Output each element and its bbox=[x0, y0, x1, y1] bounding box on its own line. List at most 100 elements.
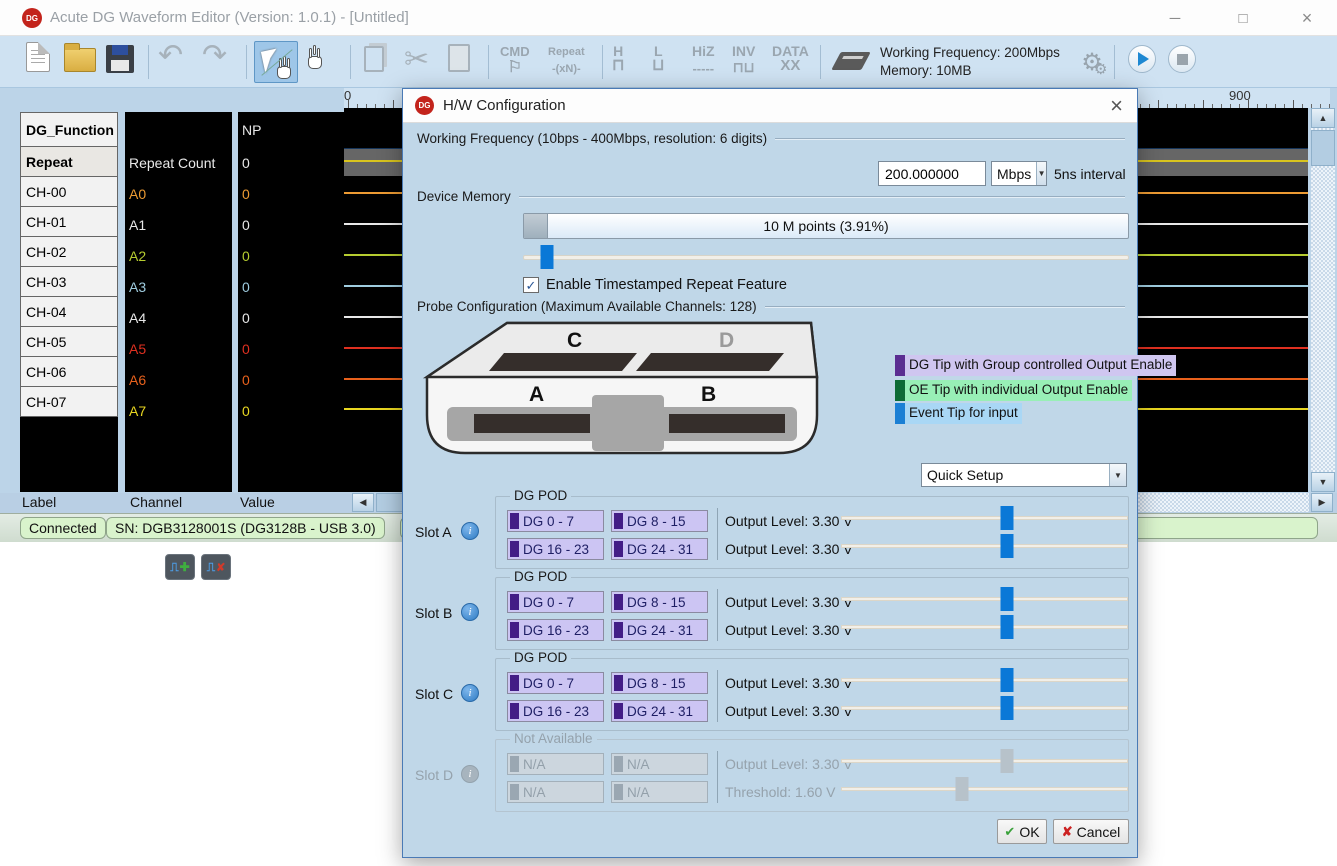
cancel-button[interactable]: ✘Cancel bbox=[1053, 819, 1129, 844]
value-cell[interactable]: 0 bbox=[238, 178, 344, 209]
channel-cell[interactable]: A7 bbox=[125, 395, 232, 426]
dg-group-button[interactable]: DG 24 - 31 bbox=[611, 538, 708, 560]
slider-handle[interactable] bbox=[1001, 615, 1014, 639]
output-level-slider[interactable] bbox=[841, 506, 1128, 530]
output-level-slider[interactable] bbox=[841, 587, 1128, 611]
frequency-input[interactable] bbox=[878, 161, 986, 186]
row-label-ch06[interactable]: CH-06 bbox=[20, 356, 118, 387]
row-label-ch07[interactable]: CH-07 bbox=[20, 386, 118, 417]
channel-cell[interactable]: A5 bbox=[125, 333, 232, 364]
slider-handle[interactable] bbox=[1001, 696, 1014, 720]
dg-group-button[interactable]: DG 24 - 31 bbox=[611, 700, 708, 722]
info-icon[interactable]: i bbox=[461, 522, 479, 540]
dg-group-button[interactable]: DG 8 - 15 bbox=[611, 510, 708, 532]
scroll-up-button[interactable]: ▲ bbox=[1311, 108, 1335, 128]
channel-cell[interactable]: A0 bbox=[125, 178, 232, 209]
chevron-down-icon[interactable]: ▼ bbox=[1109, 464, 1126, 486]
output-level-slider[interactable] bbox=[841, 615, 1128, 639]
output-level-slider[interactable] bbox=[841, 534, 1128, 558]
set-hiz-button[interactable]: HiZ----- bbox=[692, 44, 715, 75]
copy-button[interactable] bbox=[364, 46, 384, 72]
memory-slider-handle[interactable] bbox=[541, 245, 554, 269]
channel-cell[interactable]: Repeat Count bbox=[125, 147, 232, 178]
invert-button[interactable]: INV⊓⊔ bbox=[732, 44, 755, 74]
slider-handle bbox=[955, 777, 968, 801]
set-low-button[interactable]: L⊔ bbox=[652, 44, 664, 74]
scroll-down-button[interactable]: ▼ bbox=[1311, 472, 1335, 492]
chevron-down-icon[interactable]: ▼ bbox=[1036, 162, 1046, 185]
delete-waveform-button[interactable]: ⎍✘ bbox=[201, 554, 231, 580]
vertical-scroll-thumb[interactable] bbox=[1311, 130, 1335, 166]
channel-cell[interactable]: A3 bbox=[125, 271, 232, 302]
function-header-cell[interactable]: DG_Function bbox=[20, 112, 118, 147]
output-level-slider[interactable] bbox=[841, 696, 1128, 720]
dg-group-button[interactable]: DG 16 - 23 bbox=[507, 700, 604, 722]
value-cell[interactable]: 0 bbox=[238, 209, 344, 240]
quick-setup-select[interactable]: Quick Setup ▼ bbox=[921, 463, 1127, 487]
row-label-ch03[interactable]: CH-03 bbox=[20, 266, 118, 297]
frequency-unit-select[interactable]: Mbps ▼ bbox=[991, 161, 1047, 186]
open-file-button[interactable] bbox=[64, 48, 96, 72]
row-label-ch04[interactable]: CH-04 bbox=[20, 296, 118, 327]
select-tool-button[interactable] bbox=[254, 41, 298, 83]
info-icon[interactable]: i bbox=[461, 684, 479, 702]
stop-button[interactable] bbox=[1168, 45, 1196, 73]
add-waveform-button[interactable]: ⎍✚ bbox=[165, 554, 195, 580]
data-button[interactable]: DATAXX bbox=[772, 44, 809, 73]
dg-group-button[interactable]: DG 8 - 15 bbox=[611, 591, 708, 613]
save-button[interactable] bbox=[106, 45, 134, 73]
dg-group-button[interactable]: DG 24 - 31 bbox=[611, 619, 708, 641]
cut-button[interactable]: ✂ bbox=[404, 42, 429, 77]
settings-button[interactable]: ⚙⚙ bbox=[1072, 42, 1112, 82]
value-cell[interactable]: 0 bbox=[238, 364, 344, 395]
dg-group-button[interactable]: DG 0 - 7 bbox=[507, 510, 604, 532]
dg-group-button[interactable]: DG 0 - 7 bbox=[507, 591, 604, 613]
value-cell[interactable]: 0 bbox=[238, 147, 344, 178]
paste-button[interactable] bbox=[448, 44, 470, 72]
value-cell[interactable]: 0 bbox=[238, 333, 344, 364]
timestamped-repeat-checkbox[interactable]: ✓ bbox=[523, 277, 539, 293]
dg-group-button[interactable]: DG 0 - 7 bbox=[507, 672, 604, 694]
dialog-close-button[interactable]: × bbox=[1110, 93, 1123, 119]
redo-button[interactable]: ↷ bbox=[202, 38, 227, 73]
pan-tool-button[interactable] bbox=[306, 48, 324, 70]
dg-group-button[interactable]: DG 16 - 23 bbox=[507, 619, 604, 641]
scroll-right-button[interactable]: ▶ bbox=[1311, 493, 1333, 512]
minimize-button[interactable]: ─ bbox=[1160, 6, 1190, 30]
set-high-button[interactable]: H⊓ bbox=[612, 44, 624, 74]
cmd-tool-button[interactable]: CMD ⚐ bbox=[500, 45, 530, 76]
channel-cell[interactable]: A2 bbox=[125, 240, 232, 271]
row-label-repeat[interactable]: Repeat bbox=[20, 146, 118, 177]
value-cell[interactable]: 0 bbox=[238, 395, 344, 426]
invert-icon: ⊓⊔ bbox=[733, 60, 755, 74]
row-label-ch01[interactable]: CH-01 bbox=[20, 206, 118, 237]
vertical-scrollbar[interactable]: ▲ ▼ bbox=[1311, 108, 1335, 492]
memory-slider[interactable] bbox=[523, 245, 1129, 269]
slider-handle[interactable] bbox=[1001, 587, 1014, 611]
output-level-slider[interactable] bbox=[841, 668, 1128, 692]
new-file-button[interactable] bbox=[26, 42, 50, 72]
slider-handle[interactable] bbox=[1001, 534, 1014, 558]
row-label-ch05[interactable]: CH-05 bbox=[20, 326, 118, 357]
repeat-tool-button[interactable]: Repeat -(xN)- bbox=[548, 47, 585, 75]
channel-cell[interactable]: A4 bbox=[125, 302, 232, 333]
value-cell[interactable]: 0 bbox=[238, 271, 344, 302]
undo-button[interactable]: ↶ bbox=[158, 38, 183, 73]
slider-handle[interactable] bbox=[1001, 506, 1014, 530]
device-button[interactable] bbox=[836, 52, 866, 70]
dg-group-button[interactable]: DG 8 - 15 bbox=[611, 672, 708, 694]
slider-handle[interactable] bbox=[1001, 668, 1014, 692]
value-cell[interactable]: 0 bbox=[238, 240, 344, 271]
info-icon[interactable]: i bbox=[461, 603, 479, 621]
scroll-left-button[interactable]: ◀ bbox=[352, 493, 374, 512]
maximize-button[interactable]: □ bbox=[1228, 6, 1258, 30]
run-button[interactable] bbox=[1128, 45, 1156, 73]
channel-cell[interactable]: A1 bbox=[125, 209, 232, 240]
value-cell[interactable]: 0 bbox=[238, 302, 344, 333]
dg-group-button[interactable]: DG 16 - 23 bbox=[507, 538, 604, 560]
channel-cell[interactable]: A6 bbox=[125, 364, 232, 395]
row-label-ch00[interactable]: CH-00 bbox=[20, 176, 118, 207]
row-label-ch02[interactable]: CH-02 bbox=[20, 236, 118, 267]
close-button[interactable]: × bbox=[1292, 6, 1322, 30]
ok-button[interactable]: ✔OK bbox=[997, 819, 1047, 844]
